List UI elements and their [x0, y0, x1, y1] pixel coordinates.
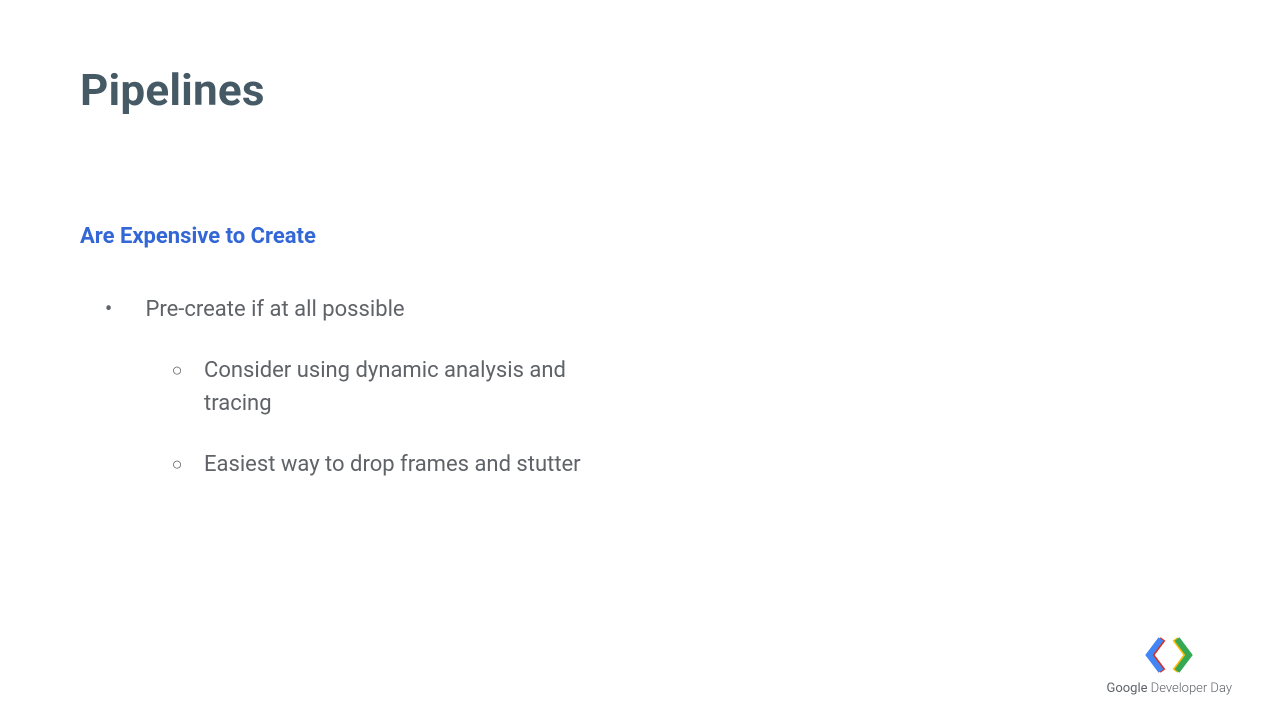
bullet-sub-2: Easiest way to drop frames and stutter	[204, 448, 604, 481]
footer-logo: Google Developer Day	[1106, 635, 1232, 696]
slide-title: Pipelines	[80, 64, 1200, 116]
bullet-list-level1: Pre-create if at all possible Consider u…	[80, 293, 1200, 481]
slide-container: Pipelines Are Expensive to Create Pre-cr…	[0, 0, 1280, 720]
slide-subtitle: Are Expensive to Create	[80, 224, 1200, 249]
footer-brand-google: Google	[1106, 681, 1147, 696]
bullet-list-level2: Consider using dynamic analysis and trac…	[140, 354, 1200, 481]
bullet-sub-1: Consider using dynamic analysis and trac…	[204, 354, 604, 420]
footer-caption: Google Developer Day	[1106, 681, 1232, 696]
bullet-main-text: Pre-create if at all possible	[145, 297, 404, 322]
bullet-main: Pre-create if at all possible Consider u…	[140, 293, 1200, 481]
developer-brackets-icon	[1106, 635, 1232, 675]
slide-body: Pre-create if at all possible Consider u…	[80, 293, 1200, 481]
footer-brand-dev-day: Developer Day	[1148, 681, 1232, 696]
angle-brackets-icon	[1145, 635, 1193, 675]
